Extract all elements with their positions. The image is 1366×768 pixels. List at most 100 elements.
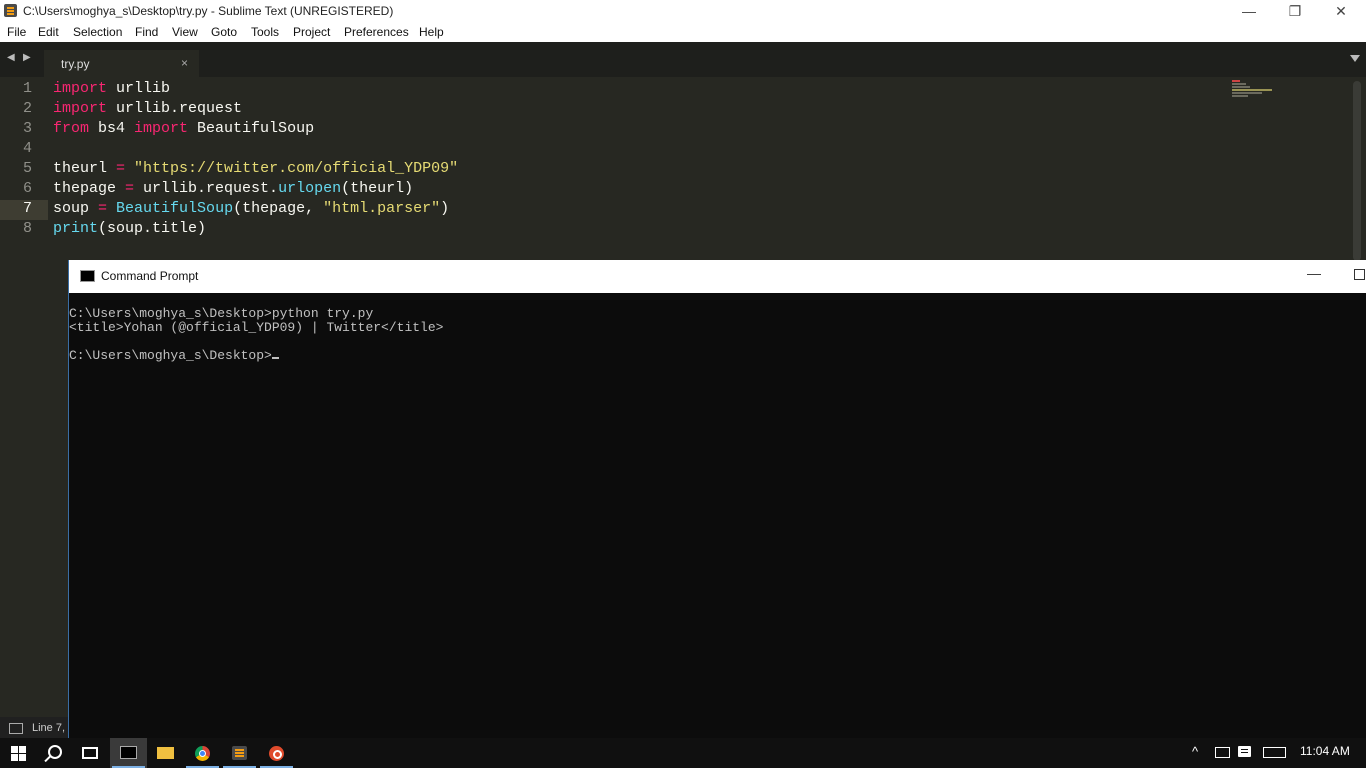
line-number: 2 — [22, 100, 32, 117]
cmd-titlebar: Command Prompt — — [69, 260, 1366, 293]
code-line-7: soup = BeautifulSoup(thepage, "html.pars… — [53, 200, 449, 217]
line-number: 6 — [22, 180, 32, 197]
line-number: 4 — [22, 140, 32, 157]
start-button[interactable] — [0, 738, 37, 768]
tray-overflow-icon[interactable]: ^ — [1192, 744, 1198, 759]
menu-bar: File Edit Selection Find View Goto Tools… — [0, 22, 1366, 42]
keyword: import — [53, 80, 108, 97]
code-text: urllib.request — [107, 100, 243, 117]
tab-list-dropdown-icon[interactable] — [1350, 55, 1360, 62]
panel-toggle-icon[interactable] — [9, 723, 23, 734]
task-view-icon — [82, 747, 98, 759]
taskbar-file-explorer[interactable] — [147, 738, 184, 768]
cmd-minimize-button[interactable]: — — [1307, 265, 1321, 281]
cmd-app-icon — [80, 270, 95, 282]
cmd-output-line: <title>Yohan (@official_YDP09) | Twitter… — [69, 320, 444, 335]
code-text: bs4 — [89, 120, 135, 137]
string-literal: "html.parser" — [323, 200, 441, 217]
taskbar-cmd[interactable] — [110, 738, 147, 768]
code-text: urllib.request. — [134, 180, 279, 197]
operator: = — [125, 180, 135, 197]
code-text: (theurl) — [341, 180, 414, 197]
cmd-icon — [120, 746, 137, 759]
status-bar: Line 7, — [0, 717, 70, 740]
line-number-current: 7 — [22, 200, 32, 217]
code-text: thepage — [53, 180, 126, 197]
sublime-app-icon — [4, 4, 17, 17]
cmd-output-line: C:\Users\moghya_s\Desktop>python try.py — [69, 306, 374, 321]
keyword: from — [53, 120, 90, 137]
code-line-5: theurl = "https://twitter.com/official_Y… — [53, 160, 458, 177]
function-name: print — [53, 220, 99, 237]
window-titlebar: C:\Users\moghya_s\Desktop\try.py - Subli… — [0, 0, 1366, 22]
menu-edit[interactable]: Edit — [38, 25, 59, 39]
cmd-title: Command Prompt — [101, 269, 199, 283]
code-text: BeautifulSoup — [188, 120, 315, 137]
sublime-icon — [232, 746, 247, 760]
line-number: 5 — [22, 160, 32, 177]
menu-tools[interactable]: Tools — [251, 25, 279, 39]
function-name: BeautifulSoup — [116, 200, 234, 217]
cmd-maximize-button[interactable] — [1354, 269, 1365, 280]
cmd-prompt-line[interactable]: C:\Users\moghya_s\Desktop> — [69, 348, 279, 363]
chrome-icon — [195, 746, 210, 761]
task-view-button[interactable] — [73, 738, 110, 768]
code-line-1: import urllib — [53, 80, 170, 97]
minimap[interactable] — [1230, 80, 1272, 97]
menu-preferences[interactable]: Preferences — [344, 25, 409, 39]
taskbar-sublime[interactable] — [221, 738, 258, 768]
network-icon[interactable] — [1215, 747, 1230, 758]
keyword: import — [53, 100, 108, 117]
editor-scrollbar[interactable] — [1353, 81, 1361, 261]
tab-back-icon[interactable]: ◀ — [7, 52, 15, 63]
window-title: C:\Users\moghya_s\Desktop\try.py - Subli… — [23, 4, 394, 18]
tab-label: try.py — [61, 57, 90, 71]
taskbar-chrome[interactable] — [184, 738, 221, 768]
message-icon[interactable] — [1238, 746, 1251, 757]
keyword: import — [134, 120, 189, 137]
code-text: theurl — [53, 160, 117, 177]
menu-view[interactable]: View — [172, 25, 198, 39]
tab-try-py[interactable]: try.py × — [44, 50, 199, 77]
tab-close-icon[interactable]: × — [181, 56, 188, 70]
menu-file[interactable]: File — [7, 25, 26, 39]
line-number: 8 — [22, 220, 32, 237]
restore-button[interactable]: ❐ — [1272, 0, 1318, 22]
string-literal: "https://twitter.com/official_YDP09" — [134, 160, 459, 177]
operator: = — [98, 200, 108, 217]
menu-help[interactable]: Help — [419, 25, 444, 39]
line-number: 3 — [22, 120, 32, 137]
close-button[interactable]: ✕ — [1318, 0, 1364, 22]
keyboard-icon[interactable] — [1263, 747, 1286, 758]
folder-icon — [157, 747, 174, 759]
operator: = — [116, 160, 126, 177]
cursor-position: Line 7, — [32, 722, 66, 734]
tab-forward-icon[interactable]: ▶ — [23, 52, 31, 63]
code-line-8: print(soup.title) — [53, 220, 206, 237]
cmd-prompt: C:\Users\moghya_s\Desktop> — [69, 348, 272, 363]
command-prompt-window[interactable]: Command Prompt — C:\Users\moghya_s\Deskt… — [68, 260, 1366, 740]
menu-project[interactable]: Project — [293, 25, 330, 39]
search-icon — [48, 745, 62, 759]
code-line-3: from bs4 import BeautifulSoup — [53, 120, 314, 137]
cmd-cursor — [271, 357, 279, 359]
taskbar-app-red[interactable] — [258, 738, 295, 768]
menu-find[interactable]: Find — [135, 25, 158, 39]
minimize-button[interactable]: — — [1226, 0, 1272, 22]
code-line-2: import urllib.request — [53, 100, 242, 117]
menu-goto[interactable]: Goto — [211, 25, 237, 39]
line-number: 1 — [22, 80, 32, 97]
menu-selection[interactable]: Selection — [73, 25, 122, 39]
code-text: soup — [53, 200, 99, 217]
search-button[interactable] — [37, 738, 74, 768]
code-text: (thepage, — [233, 200, 324, 217]
clock[interactable]: 11:04 AM — [1300, 744, 1350, 758]
windows-logo-icon — [11, 746, 26, 761]
taskbar: ^ 11:04 AM — [0, 738, 1366, 768]
code-line-6: thepage = urllib.request.urlopen(theurl) — [53, 180, 413, 197]
code-text: urllib — [107, 80, 171, 97]
code-text: ) — [440, 200, 450, 217]
app-red-icon — [269, 746, 284, 761]
